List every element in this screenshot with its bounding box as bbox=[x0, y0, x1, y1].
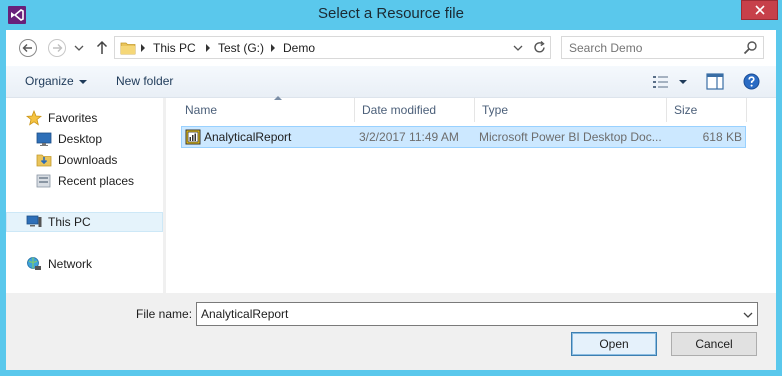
new-folder-button[interactable]: New folder bbox=[116, 74, 173, 88]
address-row: This PC Test (G:) Demo bbox=[6, 30, 776, 66]
file-type: Microsoft Power BI Desktop Doc... bbox=[479, 130, 662, 144]
breadcrumb-separator[interactable] bbox=[141, 44, 145, 52]
file-list: Name Date modified Type Size AnalyticalR… bbox=[166, 96, 776, 293]
nav-item-this-pc[interactable]: This PC bbox=[6, 212, 163, 232]
sort-ascending-icon bbox=[274, 96, 282, 100]
nav-item-label: Recent places bbox=[58, 174, 135, 188]
open-button[interactable]: Open bbox=[571, 332, 657, 356]
chevron-down-icon bbox=[78, 79, 87, 84]
forward-arrow-icon[interactable] bbox=[47, 38, 67, 58]
file-date-modified: 3/2/2017 11:49 AM bbox=[359, 130, 459, 144]
navigation-pane: Favorites Desktop Downloads Recent place… bbox=[6, 98, 166, 293]
back-arrow-icon[interactable] bbox=[18, 38, 38, 58]
help-icon[interactable] bbox=[743, 73, 760, 90]
column-header-label: Date modified bbox=[362, 103, 437, 117]
breadcrumb-this-pc[interactable]: This PC bbox=[153, 41, 196, 55]
close-icon bbox=[755, 5, 765, 15]
table-row[interactable]: AnalyticalReport 3/2/2017 11:49 AM Micro… bbox=[181, 126, 746, 148]
view-options-icon[interactable] bbox=[652, 74, 670, 90]
search-icon[interactable] bbox=[743, 40, 758, 55]
breadcrumb-demo[interactable]: Demo bbox=[283, 41, 315, 55]
organize-menu-button[interactable]: Organize bbox=[25, 74, 87, 88]
title-bar[interactable]: Select a Resource file bbox=[0, 0, 782, 30]
chevron-down-icon[interactable] bbox=[743, 311, 753, 319]
nav-item-label: Network bbox=[48, 257, 93, 271]
organize-label: Organize bbox=[25, 74, 74, 88]
search-input[interactable] bbox=[562, 37, 737, 58]
column-header-label: Type bbox=[482, 103, 509, 117]
file-size: 618 KB bbox=[702, 130, 742, 144]
file-name-input[interactable] bbox=[197, 303, 737, 325]
downloads-folder-icon bbox=[36, 154, 52, 167]
column-header-type[interactable]: Type bbox=[475, 98, 667, 122]
nav-item-recent-places[interactable]: Recent places bbox=[6, 171, 163, 191]
file-name: AnalyticalReport bbox=[204, 130, 292, 144]
chevron-down-icon[interactable] bbox=[513, 44, 523, 52]
view-options-chevron-icon[interactable] bbox=[679, 80, 687, 84]
cancel-button[interactable]: Cancel bbox=[671, 332, 757, 356]
nav-item-desktop[interactable]: Desktop bbox=[6, 129, 163, 149]
nav-item-favorites[interactable]: Favorites bbox=[6, 108, 163, 128]
search-box bbox=[561, 36, 764, 59]
breadcrumb-drive[interactable]: Test (G:) bbox=[218, 41, 264, 55]
nav-item-label: Downloads bbox=[58, 153, 118, 167]
recent-places-icon bbox=[36, 174, 51, 188]
nav-item-label: This PC bbox=[48, 215, 91, 229]
breadcrumb-separator[interactable] bbox=[271, 44, 275, 52]
column-header-label: Name bbox=[185, 103, 218, 117]
star-icon bbox=[26, 110, 42, 126]
file-name-label: File name: bbox=[136, 307, 193, 321]
command-bar: Organize New folder bbox=[6, 66, 776, 98]
nav-item-downloads[interactable]: Downloads bbox=[6, 150, 163, 170]
column-header-size[interactable]: Size bbox=[667, 98, 747, 122]
file-name-combobox bbox=[196, 302, 758, 326]
nav-item-network[interactable]: Network bbox=[6, 254, 163, 274]
dialog-window: Select a Resource file This PC Test (G:)… bbox=[0, 0, 782, 376]
up-arrow-icon[interactable] bbox=[92, 38, 112, 58]
column-header-date-modified[interactable]: Date modified bbox=[355, 98, 475, 122]
nav-item-label: Favorites bbox=[48, 111, 98, 125]
network-icon bbox=[27, 257, 41, 270]
breadcrumb-separator[interactable] bbox=[206, 44, 210, 52]
refresh-icon[interactable] bbox=[532, 40, 547, 55]
desktop-icon bbox=[36, 132, 52, 146]
address-bar[interactable]: This PC Test (G:) Demo bbox=[114, 36, 551, 59]
computer-icon bbox=[26, 215, 42, 227]
dialog-client: This PC Test (G:) Demo Search Demo Organ… bbox=[6, 30, 776, 370]
close-button[interactable] bbox=[741, 0, 778, 20]
window-title: Select a Resource file bbox=[318, 5, 464, 22]
column-header-label: Size bbox=[674, 103, 698, 117]
power-bi-file-icon bbox=[185, 129, 201, 145]
column-header-name[interactable]: Name bbox=[178, 96, 355, 122]
nav-item-label: Desktop bbox=[58, 132, 103, 146]
recent-locations-chevron-icon[interactable] bbox=[74, 42, 84, 54]
dialog-footer: File name: Open Cancel bbox=[6, 293, 776, 370]
folder-icon bbox=[120, 42, 136, 55]
preview-pane-icon[interactable] bbox=[706, 73, 724, 90]
